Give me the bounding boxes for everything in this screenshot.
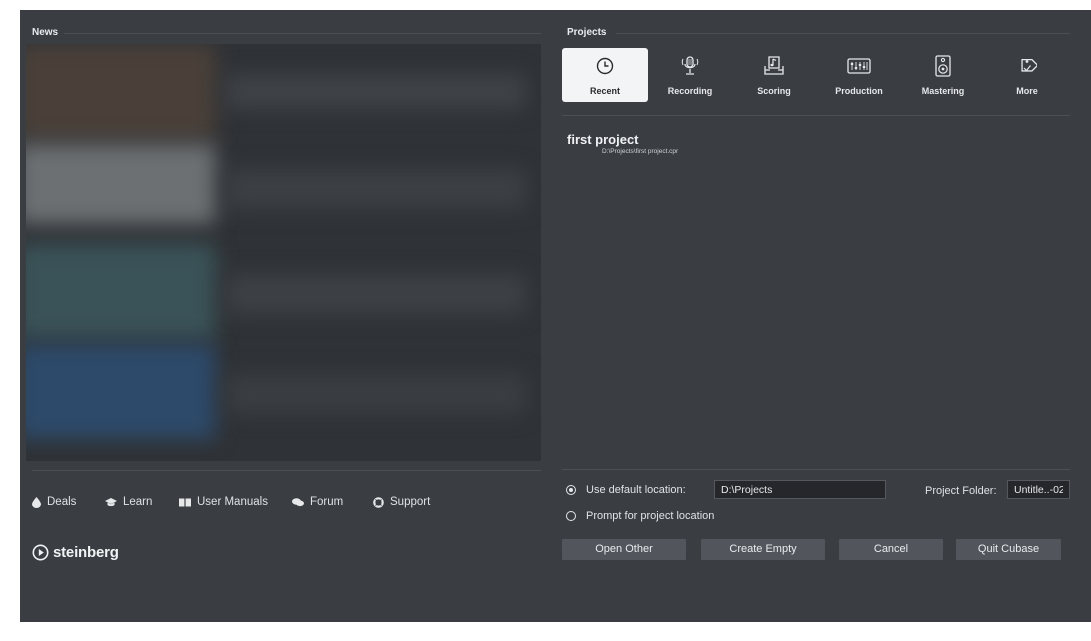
news-title-divider [64,33,541,34]
hub-window: News Deals Learn User Manuals Forum Supp… [20,10,1091,622]
user-manuals-label: User Manuals [197,496,268,508]
microphone-icon [681,55,699,77]
recent-project-path: D:\Projects\first project.cpr [602,148,679,155]
news-feed[interactable] [26,44,541,461]
recent-project-item[interactable]: first project D:\Projects\first project.… [567,132,678,155]
use-default-location-radio[interactable] [566,485,576,495]
chat-bubbles-icon [292,497,304,506]
support-link[interactable]: Support [373,496,430,508]
category-recent-label: Recent [589,86,620,96]
use-default-location-label: Use default location: [586,484,686,496]
category-recent[interactable]: Recent [562,48,648,102]
projects-title-divider [616,33,1070,34]
prompt-location-label: Prompt for project location [586,510,715,522]
support-label: Support [390,496,431,508]
score-icon [764,55,784,77]
category-mastering-label: Mastering [921,86,965,96]
category-scoring[interactable]: Scoring [731,48,817,102]
project-folder-field[interactable] [1007,480,1070,499]
forum-link[interactable]: Forum [292,496,343,508]
category-more[interactable]: More [984,48,1070,102]
mixer-icon [847,55,871,77]
categories-divider [562,115,1070,116]
learn-link[interactable]: Learn [105,496,152,508]
graduation-cap-icon [105,497,117,506]
category-scoring-label: Scoring [757,86,791,96]
project-folder-label: Project Folder: [925,485,997,497]
speaker-icon [935,55,951,77]
projects-title: Projects [567,27,607,38]
news-text-2 [226,169,526,209]
steinberg-play-icon [32,544,49,561]
clock-icon [596,55,614,77]
steinberg-logo[interactable]: steinberg [32,544,119,561]
cancel-button[interactable]: Cancel [839,539,943,560]
steinberg-wordmark: steinberg [53,544,119,561]
default-location-field[interactable] [714,480,886,499]
lifebuoy-icon [373,496,384,508]
open-other-button[interactable]: Open Other [562,539,686,560]
category-recording-label: Recording [667,86,713,96]
category-production-label: Production [835,86,883,96]
news-image-4 [26,344,216,439]
prompt-location-option[interactable]: Prompt for project location [566,510,714,522]
category-recording[interactable]: Recording [647,48,733,102]
category-mastering[interactable]: Mastering [900,48,986,102]
options-divider [562,469,1070,470]
droplet-icon [32,496,41,508]
news-image-1 [26,44,216,139]
deals-link[interactable]: Deals [32,496,76,508]
category-production[interactable]: Production [816,48,902,102]
create-empty-button[interactable]: Create Empty [701,539,825,560]
news-footer-divider [32,470,541,471]
tag-icon [1017,55,1037,77]
forum-label: Forum [310,496,344,508]
news-image-2 [26,144,216,224]
learn-label: Learn [123,496,153,508]
news-text-4 [226,374,526,414]
news-text-1 [226,74,526,109]
news-text-3 [226,274,526,314]
quit-cubase-button[interactable]: Quit Cubase [956,539,1061,560]
news-image-3 [26,244,216,339]
book-icon [179,498,191,506]
prompt-location-radio[interactable] [566,511,576,521]
deals-label: Deals [47,496,77,508]
use-default-location-option[interactable]: Use default location: [566,484,686,496]
news-title: News [32,27,59,38]
user-manuals-link[interactable]: User Manuals [179,496,268,508]
category-more-label: More [1016,86,1038,96]
recent-project-name: first project [567,132,639,147]
